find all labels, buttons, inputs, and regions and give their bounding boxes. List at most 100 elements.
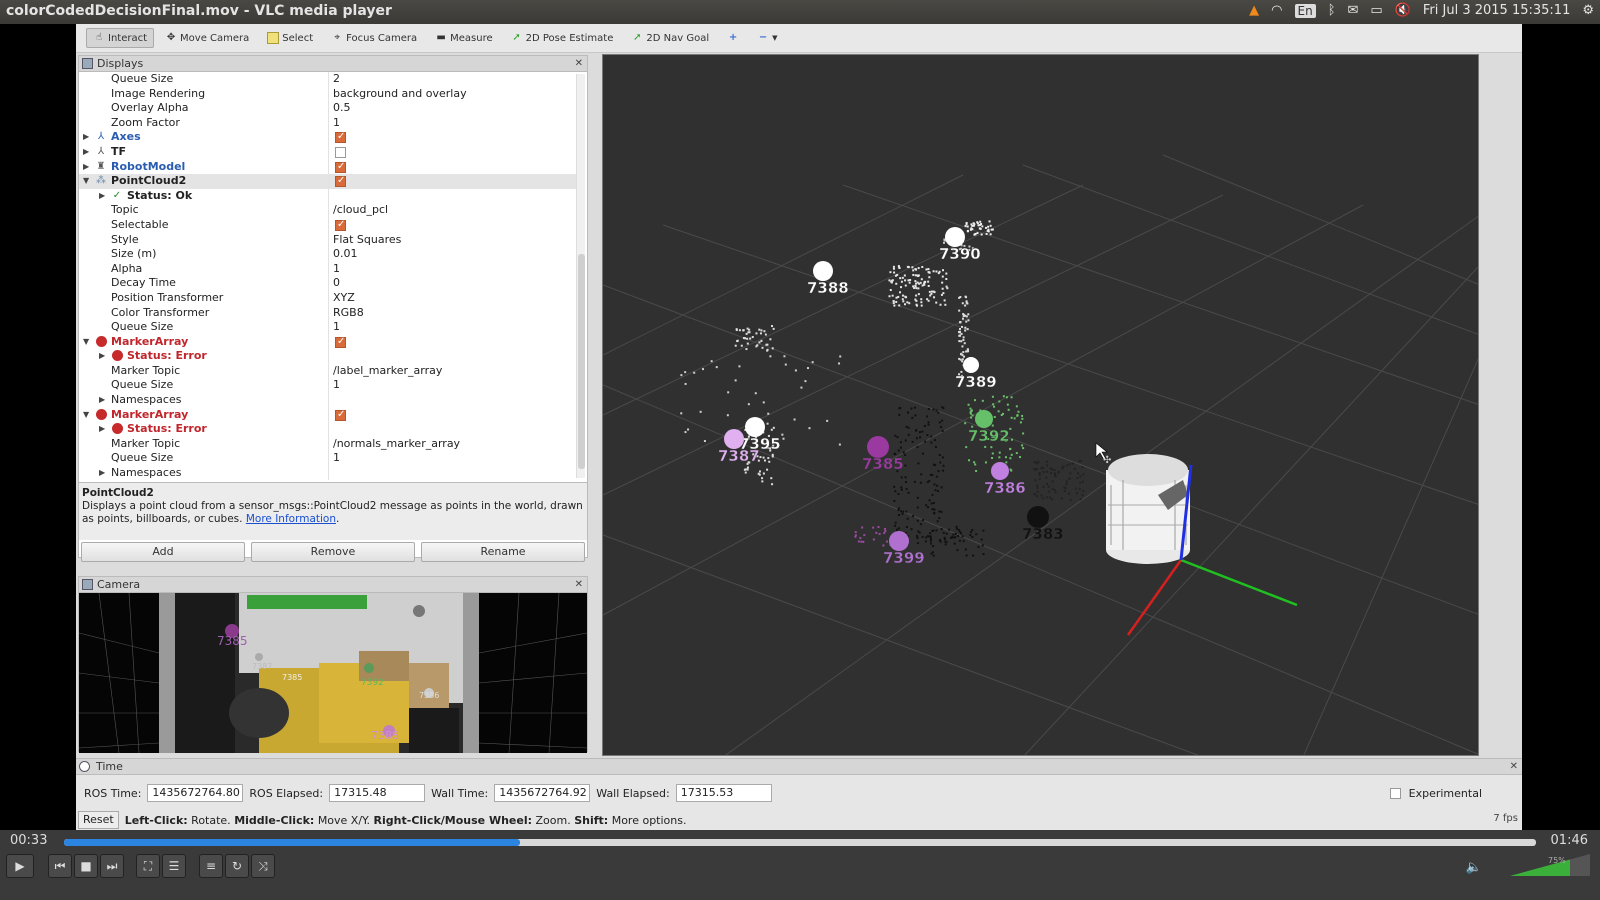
row-value[interactable]: RGB8: [333, 306, 364, 321]
enabled-checkbox[interactable]: [335, 160, 346, 174]
display-tree-row[interactable]: ▼ MarkerArray: [79, 334, 577, 350]
expand-arrow-icon[interactable]: ▶: [99, 393, 105, 408]
row-value[interactable]: /cloud_pcl: [333, 203, 388, 218]
display-tree-row[interactable]: Queue Size 2: [79, 72, 577, 87]
display-tree-row[interactable]: Position Transformer XYZ: [79, 290, 577, 306]
row-value[interactable]: 1: [333, 451, 340, 466]
display-tree-row[interactable]: ▶ Status: Error: [79, 422, 577, 437]
collapse-arrow-icon[interactable]: ▼: [83, 174, 89, 189]
enabled-checkbox[interactable]: [335, 130, 346, 145]
expand-arrow-icon[interactable]: ▶: [83, 145, 89, 160]
expand-arrow-icon[interactable]: ▶: [99, 349, 105, 364]
display-tree-row[interactable]: Selectable: [79, 217, 577, 233]
loop-button[interactable]: ↻: [225, 854, 249, 878]
display-tree-row[interactable]: Color Transformer RGB8: [79, 305, 577, 321]
remove-tool-button[interactable]: − ▼: [750, 28, 784, 48]
wall-elapsed-field[interactable]: 17315.53: [675, 784, 772, 802]
tool-move-camera[interactable]: ✥ Move Camera: [158, 28, 256, 48]
row-value[interactable]: 1: [333, 116, 340, 131]
display-tree-row[interactable]: ▼ ⁂ PointCloud2: [79, 174, 577, 189]
display-tree-row[interactable]: ▶ ♜ RobotModel: [79, 159, 577, 175]
add-tool-button[interactable]: +: [720, 28, 746, 48]
expand-arrow-icon[interactable]: ▶: [99, 466, 105, 480]
close-icon[interactable]: ✕: [1510, 759, 1518, 775]
collapse-arrow-icon[interactable]: ▼: [83, 408, 89, 423]
display-tree-row[interactable]: ▶ ⅄ TF: [79, 144, 577, 160]
3d-viewport[interactable]: 7390 7388 7389 7395 7387 7385 7392 7386 7383 7399…: [602, 54, 1479, 756]
close-icon[interactable]: ✕: [575, 577, 583, 593]
display-tree-row[interactable]: Style Flat Squares: [79, 232, 577, 248]
row-value[interactable]: XYZ: [333, 291, 355, 306]
wifi-icon[interactable]: ◠: [1271, 3, 1282, 18]
expand-arrow-icon[interactable]: ▶: [83, 160, 89, 175]
experimental-checkbox[interactable]: Experimental: [1389, 787, 1482, 800]
clock[interactable]: Fri Jul 3 2015 15:35:11: [1423, 3, 1570, 18]
play-button[interactable]: ▶: [6, 854, 34, 878]
keyboard-layout-indicator[interactable]: En: [1294, 3, 1316, 18]
display-tree-row[interactable]: Overlay Alpha 0.5: [79, 101, 577, 116]
ros-elapsed-field[interactable]: 17315.48: [329, 784, 426, 802]
shuffle-button[interactable]: ⤨: [251, 854, 275, 878]
enabled-checkbox[interactable]: [335, 408, 346, 422]
row-value[interactable]: 0: [333, 276, 340, 291]
add-button[interactable]: Add: [81, 542, 245, 562]
row-value[interactable]: 0.5: [333, 101, 351, 116]
wall-time-field[interactable]: 1435672764.92: [494, 784, 591, 802]
display-tree-row[interactable]: Decay Time 0: [79, 276, 577, 291]
row-value[interactable]: /normals_marker_array: [333, 437, 460, 452]
row-value[interactable]: 1: [333, 320, 340, 335]
row-value[interactable]: Flat Squares: [333, 233, 401, 248]
display-tree-row[interactable]: ▶ ⅄ Axes: [79, 130, 577, 145]
fullscreen-button[interactable]: ⛶: [136, 854, 160, 878]
display-tree-row[interactable]: ▶ Status: Error: [79, 349, 577, 364]
scrollbar-thumb[interactable]: [578, 254, 585, 469]
expand-arrow-icon[interactable]: ▶: [99, 189, 105, 204]
expand-arrow-icon[interactable]: ▶: [99, 422, 105, 437]
speaker-icon[interactable]: 🔈: [1466, 860, 1482, 875]
ros-time-field[interactable]: 1435672764.80: [147, 784, 244, 802]
display-tree-row[interactable]: Topic/cloud_pcl: [79, 203, 577, 218]
mail-icon[interactable]: ✉: [1348, 3, 1359, 18]
tool-focus-camera[interactable]: ⌖ Focus Camera: [324, 28, 424, 48]
display-tree-row[interactable]: ▶ ✓ Status: Ok: [79, 188, 577, 204]
display-tree-row[interactable]: ▶ Namespaces: [79, 466, 577, 480]
row-value[interactable]: /label_marker_array: [333, 364, 442, 379]
viewport-scene[interactable]: 73907388738973957387 73857392738673837399…: [603, 55, 1479, 756]
display-tree-row[interactable]: Zoom Factor 1: [79, 115, 577, 131]
bluetooth-icon[interactable]: ᛒ: [1328, 3, 1336, 18]
collapse-arrow-icon[interactable]: ▼: [83, 335, 89, 350]
tool-interact[interactable]: ☝ Interact: [86, 28, 155, 48]
display-tree-row[interactable]: Queue Size 1: [79, 320, 577, 335]
enabled-checkbox[interactable]: [335, 146, 346, 158]
more-information-link[interactable]: More Information: [246, 513, 336, 525]
row-value[interactable]: 2: [333, 72, 340, 87]
display-tree-row[interactable]: Marker Topic/normals_marker_array: [79, 436, 577, 452]
seek-bar[interactable]: [64, 839, 1536, 846]
expand-arrow-icon[interactable]: ▶: [83, 130, 89, 145]
row-value[interactable]: 1: [333, 378, 340, 393]
display-tree-row[interactable]: Queue Size 1: [79, 378, 577, 394]
row-value[interactable]: 1: [333, 262, 340, 277]
previous-button[interactable]: ⏮: [48, 854, 72, 878]
display-tree-row[interactable]: Image Rendering background and overlay: [79, 86, 577, 102]
display-tree-row[interactable]: ▶ Namespaces: [79, 393, 577, 408]
next-button[interactable]: ⏭: [100, 854, 124, 878]
display-tree-scrollbar[interactable]: [576, 74, 585, 478]
tool-measure[interactable]: ▬ Measure: [428, 28, 500, 48]
remove-button[interactable]: Remove: [251, 542, 415, 562]
display-tree-row[interactable]: ▼ MarkerArray: [79, 407, 577, 423]
tool-2d-nav-goal[interactable]: ➚ 2D Nav Goal: [624, 28, 716, 48]
volume-muted-icon[interactable]: 🔇: [1395, 3, 1411, 18]
display-tree-row[interactable]: Alpha 1: [79, 261, 577, 277]
volume-slider[interactable]: 75%: [1510, 854, 1590, 878]
reset-button[interactable]: Reset: [78, 811, 119, 829]
battery-icon[interactable]: ▭: [1370, 3, 1382, 18]
rename-button[interactable]: Rename: [421, 542, 585, 562]
extended-settings-button[interactable]: ☰: [162, 854, 186, 878]
vlc-cone-icon[interactable]: ▲: [1249, 3, 1259, 18]
row-value[interactable]: background and overlay: [333, 87, 467, 102]
close-icon[interactable]: ✕: [575, 56, 583, 72]
playlist-button[interactable]: ≡: [199, 854, 223, 878]
enabled-checkbox[interactable]: [335, 174, 346, 189]
enabled-checkbox[interactable]: [335, 335, 346, 349]
